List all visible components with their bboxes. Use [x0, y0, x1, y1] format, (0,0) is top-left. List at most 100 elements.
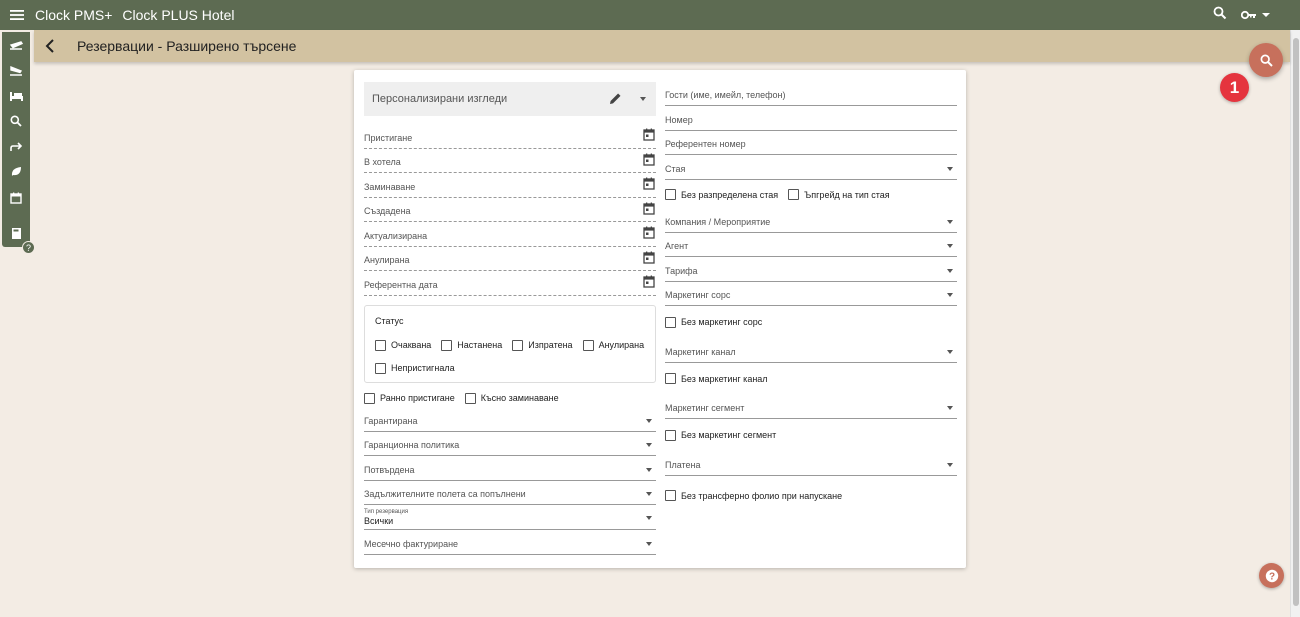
chevron-down-icon[interactable] — [646, 516, 652, 520]
chevron-down-icon[interactable] — [646, 492, 652, 496]
calendar-icon[interactable] — [643, 177, 655, 192]
back-icon[interactable] — [32, 30, 68, 62]
checkbox[interactable] — [788, 189, 800, 200]
agent-select[interactable]: Агент — [665, 233, 957, 257]
checkbox-label: Ранно пристигане — [380, 393, 455, 403]
arrival-date-field[interactable]: Пристигане — [364, 124, 656, 149]
hotel-name[interactable]: Clock PLUS Hotel — [122, 7, 234, 23]
number-input[interactable]: Номер — [665, 106, 957, 131]
chevron-down-icon[interactable] — [947, 219, 953, 224]
reference-number-input[interactable]: Референтен номер — [665, 131, 957, 155]
calendar-icon[interactable] — [643, 251, 655, 266]
field-label: Актуализирана — [364, 230, 428, 241]
calendar-icon[interactable] — [643, 128, 655, 143]
required-fields-select[interactable]: Задължителните полета са попълнени — [364, 481, 656, 505]
departure-date-field[interactable]: Заминаване — [364, 173, 656, 198]
checkbox[interactable] — [582, 339, 594, 351]
guests-input[interactable]: Гости (име, имейл, телефон) — [665, 82, 957, 106]
no-marketing-channel-checkbox[interactable]: Без маркетинг канал — [665, 367, 768, 390]
chevron-down-icon[interactable] — [947, 244, 953, 248]
in-hotel-date-field[interactable]: В хотела — [364, 149, 656, 173]
key-icon[interactable] — [1241, 10, 1270, 20]
chevron-down-icon[interactable] — [640, 97, 646, 101]
custom-views-select[interactable]: Персонализирани изгледи — [364, 82, 656, 116]
app-name[interactable]: Clock PMS+ — [35, 7, 112, 23]
calendar-icon[interactable] — [643, 226, 655, 241]
marketing-channel-select[interactable]: Маркетинг канал — [665, 338, 957, 363]
created-date-field[interactable]: Създадена — [364, 198, 656, 222]
upgrade-room-type-checkbox[interactable]: Ъпгрейд на тип стая — [788, 183, 890, 206]
scrollbar[interactable] — [1290, 30, 1300, 617]
calendar-icon[interactable] — [643, 275, 655, 290]
no-transfer-folio-checkbox[interactable]: Без трансферно фолио при напускане — [665, 484, 842, 507]
chevron-down-icon[interactable] — [646, 443, 652, 447]
scrollbar-thumb[interactable] — [1293, 38, 1299, 606]
reservation-type-select[interactable]: Тип резервация Всички — [364, 505, 656, 530]
no-assigned-room-checkbox[interactable]: Без разпределена стая — [665, 183, 778, 206]
status-cancelled-checkbox[interactable]: Анулирана — [582, 334, 644, 357]
chevron-down-icon[interactable] — [947, 166, 953, 171]
checkbox[interactable] — [665, 429, 676, 441]
checkbox[interactable] — [375, 339, 386, 351]
marketing-source-select[interactable]: Маркетинг сорс — [665, 282, 957, 306]
reservation-type-value: Всички — [364, 516, 394, 526]
search-icon[interactable] — [1213, 6, 1227, 25]
search-icon[interactable] — [2, 109, 30, 135]
calendar-icon[interactable] — [2, 185, 30, 211]
forward-icon[interactable] — [2, 134, 30, 160]
leaf-icon[interactable] — [2, 160, 30, 186]
pencil-icon[interactable] — [609, 92, 622, 108]
chevron-down-icon[interactable] — [646, 418, 652, 423]
status-no-show-checkbox[interactable]: Непристигнала — [375, 357, 455, 380]
chevron-down-icon[interactable] — [947, 293, 953, 297]
rate-select[interactable]: Тарифа — [665, 257, 957, 282]
status-checked-in-checkbox[interactable]: Настанена — [441, 334, 502, 357]
status-expected-checkbox[interactable]: Очаквана — [375, 334, 431, 357]
checkbox[interactable] — [665, 316, 676, 328]
reference-date-field[interactable]: Референтна дата — [364, 271, 656, 296]
guaranteed-select[interactable]: Гарантирана — [364, 410, 656, 432]
arrival-icon[interactable] — [2, 58, 30, 84]
checkbox-label: Очаквана — [391, 340, 432, 350]
checkbox[interactable] — [665, 490, 676, 501]
checkbox[interactable] — [441, 339, 453, 351]
updated-date-field[interactable]: Актуализирана — [364, 222, 656, 247]
chevron-down-icon[interactable] — [1262, 13, 1270, 17]
departure-icon[interactable] — [2, 32, 30, 58]
date-fields: Пристигане В хотела Заминаване Създадена… — [364, 124, 656, 296]
checkbox[interactable] — [512, 339, 524, 351]
calendar-icon[interactable] — [643, 202, 655, 217]
chevron-down-icon[interactable] — [646, 541, 652, 546]
early-arrival-checkbox[interactable]: Ранно пристигане — [364, 387, 455, 410]
late-departure-checkbox[interactable]: Късно заминаване — [464, 387, 559, 410]
reservation-type-label: Тип резервация — [364, 509, 409, 515]
chevron-down-icon[interactable] — [947, 349, 953, 354]
search-button[interactable] — [1249, 43, 1283, 77]
chevron-down-icon[interactable] — [947, 462, 953, 467]
monthly-billing-select[interactable]: Месечно фактуриране — [364, 530, 656, 555]
chevron-down-icon[interactable] — [947, 406, 953, 410]
checkbox[interactable] — [665, 189, 676, 200]
guarantee-policy-select[interactable]: Гаранционна политика — [364, 432, 656, 456]
no-marketing-source-checkbox[interactable]: Без маркетинг сорс — [665, 311, 762, 334]
paid-select[interactable]: Платена — [665, 451, 957, 476]
marketing-segment-select[interactable]: Маркетинг сегмент — [665, 395, 957, 419]
help-button[interactable]: ? — [1259, 563, 1284, 588]
confirmed-select[interactable]: Потвърдена — [364, 456, 656, 481]
help-icon[interactable]: ? — [22, 241, 35, 254]
cancelled-date-field[interactable]: Анулирана — [364, 247, 656, 271]
checkbox[interactable] — [364, 392, 375, 404]
checkbox-label: Без маркетинг канал — [681, 373, 768, 384]
calendar-icon[interactable] — [643, 153, 655, 168]
company-event-select[interactable]: Компания / Мероприятие — [665, 210, 957, 233]
menu-icon[interactable] — [0, 0, 34, 30]
room-select[interactable]: Стая — [665, 155, 957, 180]
no-marketing-segment-checkbox[interactable]: Без маркетинг сегмент — [665, 424, 776, 447]
status-checked-out-checkbox[interactable]: Изпратена — [512, 334, 573, 357]
chevron-down-icon[interactable] — [646, 467, 652, 472]
checkbox[interactable] — [375, 362, 386, 374]
checkbox[interactable] — [464, 392, 476, 404]
checkbox[interactable] — [665, 373, 676, 384]
bed-icon[interactable] — [2, 83, 30, 109]
chevron-down-icon[interactable] — [947, 268, 953, 273]
